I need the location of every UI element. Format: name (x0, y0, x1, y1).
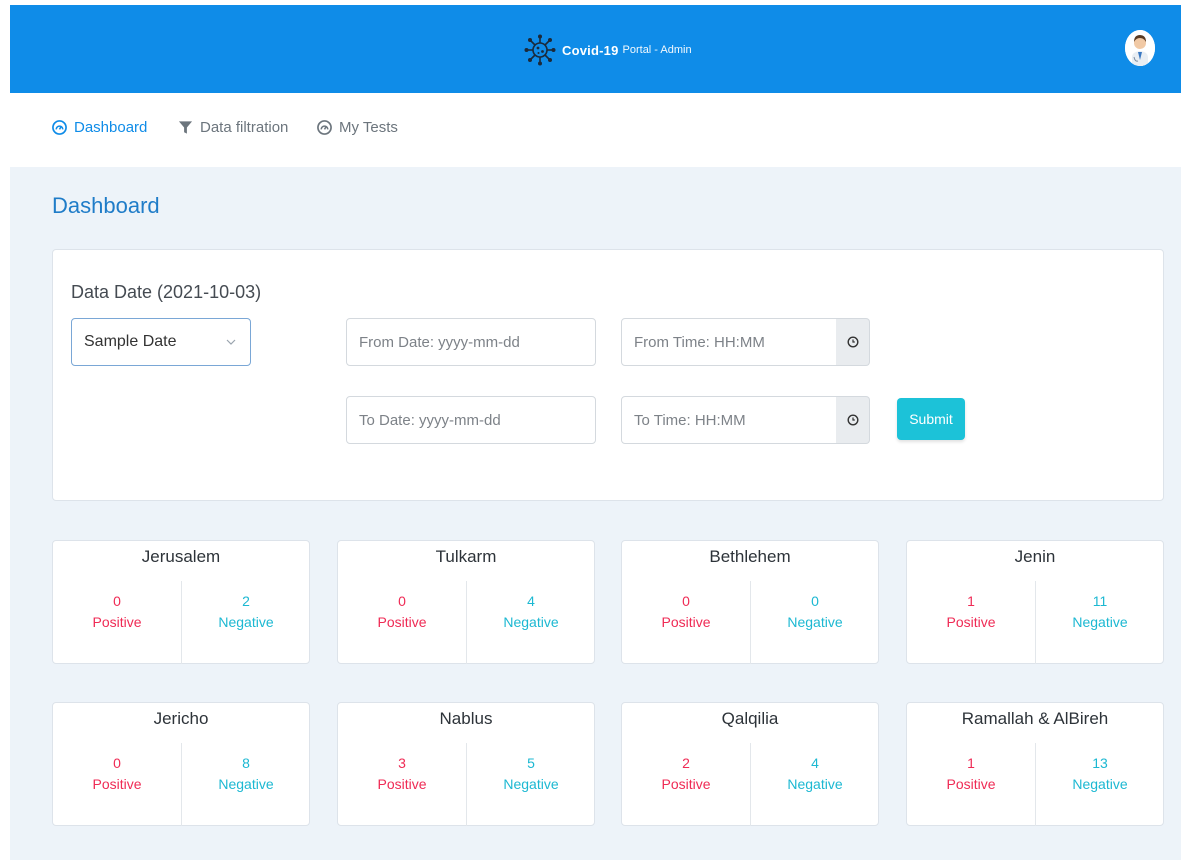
negative-count: 2 (242, 593, 250, 609)
city-name: Qalqilia (721, 709, 779, 728)
city-card: Bethlehem 0 Positive 0 Negative (621, 540, 879, 664)
negative-label: Negative (787, 614, 843, 630)
nav-label-data-filtration: Data filtration (200, 119, 289, 136)
positive-count: 2 (682, 755, 690, 771)
positive-stat: 0 Positive (622, 591, 750, 633)
positive-stat: 1 Positive (907, 591, 1035, 633)
page-title: Dashboard (52, 193, 160, 218)
city-name: Bethlehem (709, 547, 791, 566)
positive-label: Positive (92, 614, 142, 630)
positive-count: 1 (967, 755, 975, 771)
negative-label: Negative (218, 776, 274, 792)
to-time-clock-button[interactable] (836, 396, 870, 444)
filter-panel: Data Date (2021-10-03) Sample Date Submi… (52, 249, 1164, 501)
positive-stat: 1 Positive (907, 753, 1035, 795)
negative-label: Negative (503, 614, 559, 630)
positive-count: 0 (113, 755, 121, 771)
city-card: Jenin 1 Positive 11 Negative (906, 540, 1164, 664)
negative-count: 11 (1092, 593, 1108, 609)
nav-item-my-tests[interactable]: My Tests (317, 119, 398, 136)
brand-name: Covid-19 (562, 42, 619, 58)
negative-stat: 11 Negative (1036, 591, 1164, 633)
negative-count: 4 (527, 593, 535, 609)
positive-count: 0 (398, 593, 406, 609)
city-card: Tulkarm 0 Positive 4 Negative (337, 540, 595, 664)
date-type-select-value: Sample Date (84, 333, 177, 350)
filter-icon (178, 121, 193, 134)
positive-label: Positive (661, 776, 711, 792)
positive-count: 0 (682, 593, 690, 609)
city-card: Jericho 0 Positive 8 Negative (52, 702, 310, 826)
city-name: Tulkarm (435, 547, 497, 566)
dashboard-icon (52, 120, 67, 135)
positive-count: 1 (967, 593, 975, 609)
virus-icon (524, 34, 556, 66)
brand-subtitle: Portal - Admin (622, 44, 692, 56)
negative-count: 13 (1092, 755, 1108, 771)
negative-stat: 4 Negative (751, 753, 879, 795)
top-bar: Covid-19 Portal - Admin (10, 5, 1181, 93)
city-card: Qalqilia 2 Positive 4 Negative (621, 702, 879, 826)
negative-label: Negative (503, 776, 559, 792)
positive-label: Positive (661, 614, 711, 630)
negative-label: Negative (1072, 776, 1128, 792)
positive-count: 0 (113, 593, 121, 609)
positive-label: Positive (946, 614, 996, 630)
brand[interactable]: Covid-19 Portal - Admin (524, 34, 692, 66)
city-name: Nablus (439, 709, 493, 728)
positive-count: 3 (398, 755, 406, 771)
positive-label: Positive (377, 776, 427, 792)
clock-icon (846, 336, 859, 348)
negative-stat: 8 Negative (182, 753, 310, 795)
to-date-input[interactable] (346, 396, 596, 444)
app-frame: Covid-19 Portal - Admin Dashboard Data f… (10, 5, 1181, 860)
city-name: Jenin (1014, 547, 1056, 566)
doctor-avatar-icon (1125, 30, 1155, 66)
negative-label: Negative (1072, 614, 1128, 630)
city-name: Jericho (153, 709, 209, 728)
positive-stat: 0 Positive (338, 591, 466, 633)
negative-stat: 0 Negative (751, 591, 879, 633)
negative-label: Negative (787, 776, 843, 792)
nav-bar: Dashboard Data filtration My Tests (10, 93, 1181, 167)
from-time-input[interactable] (621, 318, 837, 366)
positive-stat: 2 Positive (622, 753, 750, 795)
to-time-input[interactable] (621, 396, 837, 444)
from-time-clock-button[interactable] (836, 318, 870, 366)
city-card: Nablus 3 Positive 5 Negative (337, 702, 595, 826)
city-name: Ramallah & AlBireh (961, 709, 1109, 728)
negative-count: 4 (811, 755, 819, 771)
nav-label-my-tests: My Tests (339, 119, 398, 136)
date-type-select[interactable]: Sample Date (71, 318, 251, 366)
clock-icon (846, 414, 859, 426)
dashboard-icon (317, 120, 332, 135)
city-name: Jerusalem (141, 547, 221, 566)
negative-stat: 13 Negative (1036, 753, 1164, 795)
nav-item-data-filtration[interactable]: Data filtration (178, 119, 288, 136)
city-card: Ramallah & AlBireh 1 Positive 13 Negative (906, 702, 1164, 826)
data-date-title: Data Date (2021-10-03) (71, 282, 262, 302)
negative-stat: 4 Negative (467, 591, 595, 633)
nav-item-dashboard[interactable]: Dashboard (52, 119, 147, 136)
positive-stat: 0 Positive (53, 753, 181, 795)
positive-label: Positive (377, 614, 427, 630)
negative-stat: 2 Negative (182, 591, 310, 633)
positive-stat: 0 Positive (53, 591, 181, 633)
submit-button[interactable]: Submit (897, 398, 965, 440)
positive-stat: 3 Positive (338, 753, 466, 795)
nav-label-dashboard: Dashboard (74, 119, 148, 136)
negative-count: 5 (527, 755, 535, 771)
negative-count: 8 (242, 755, 250, 771)
avatar[interactable] (1125, 30, 1155, 66)
negative-count: 0 (811, 593, 819, 609)
city-card: Jerusalem 0 Positive 2 Negative (52, 540, 310, 664)
negative-label: Negative (218, 614, 274, 630)
positive-label: Positive (92, 776, 142, 792)
negative-stat: 5 Negative (467, 753, 595, 795)
positive-label: Positive (946, 776, 996, 792)
from-date-input[interactable] (346, 318, 596, 366)
chevron-down-icon (226, 339, 236, 345)
